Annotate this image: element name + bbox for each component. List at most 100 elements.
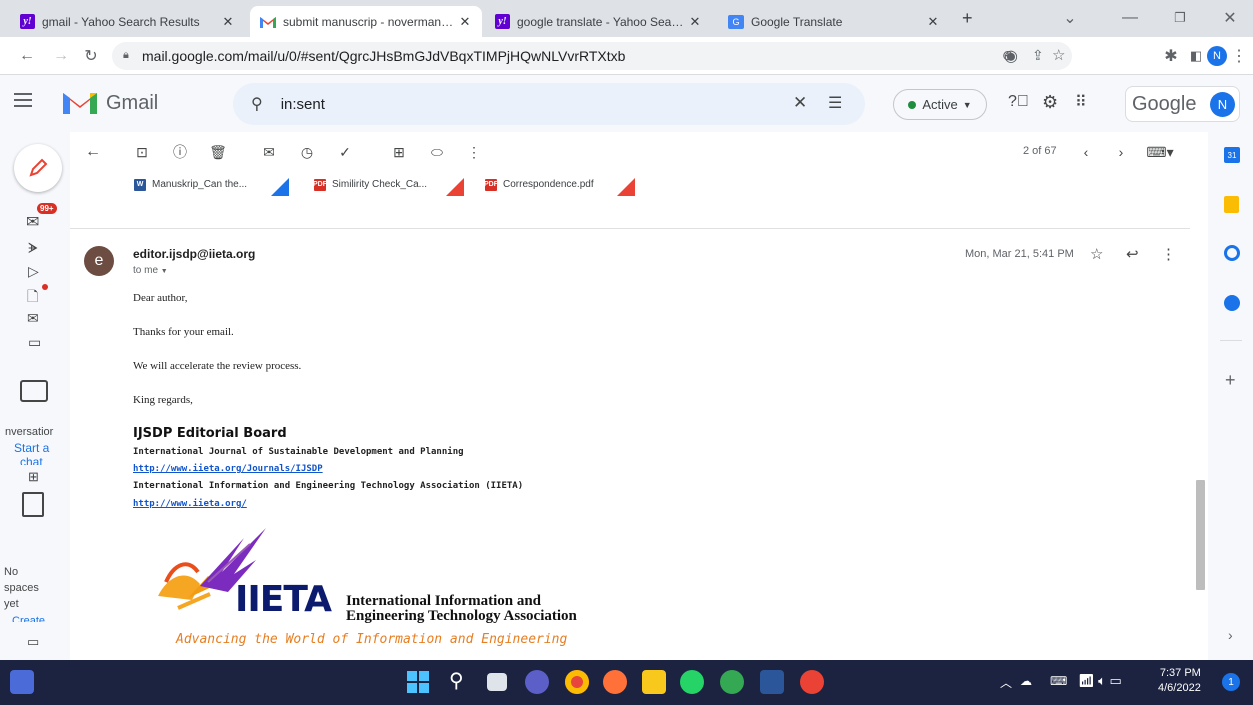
status-selector[interactable]: Active ▼ <box>893 89 987 120</box>
settings-gear-icon[interactable]: ⚙ <box>1042 92 1058 113</box>
older-icon[interactable]: › <box>1112 143 1130 161</box>
notification-badge[interactable]: 1 <box>1222 673 1240 691</box>
tab-google-translate[interactable]: G Google Translate ✕ <box>718 6 950 37</box>
bookmark-star-icon[interactable]: ☆ <box>1052 46 1065 64</box>
important-icon[interactable]: ᗘ <box>28 240 38 257</box>
onedrive-icon[interactable]: ☁ <box>1020 674 1032 688</box>
input-tools-icon[interactable]: ⌨▾ <box>1145 143 1175 161</box>
tasks-icon[interactable] <box>1224 245 1240 261</box>
message-more-icon[interactable]: ⋮ <box>1161 245 1176 263</box>
chrome-active-icon[interactable] <box>800 670 824 694</box>
teams-chat-icon[interactable] <box>525 670 549 694</box>
newer-icon[interactable]: ‹ <box>1077 143 1095 161</box>
gmail-logo-icon[interactable] <box>63 90 97 116</box>
spaces-large-icon[interactable] <box>22 492 44 517</box>
start-button-icon[interactable] <box>406 670 430 694</box>
snooze-icon[interactable]: ◷ <box>298 143 316 161</box>
extensions-icon[interactable]: ✱ <box>1160 45 1182 67</box>
keep-icon[interactable] <box>1224 196 1239 213</box>
whatsapp-icon[interactable] <box>680 670 704 694</box>
reply-icon[interactable]: ↩ <box>1126 245 1139 263</box>
word-icon[interactable] <box>760 670 784 694</box>
hamburger-menu-icon[interactable] <box>14 93 32 107</box>
new-tab-button[interactable]: + <box>962 8 973 29</box>
archive-icon[interactable]: ⊡ <box>133 143 151 161</box>
apps-grid-icon[interactable]: ⠿ <box>1075 92 1087 112</box>
file-explorer-icon[interactable] <box>642 670 666 694</box>
journal-link[interactable]: http://www.iieta.org/Journals/IJSDP <box>133 464 323 474</box>
close-window-button[interactable]: ✕ <box>1210 6 1250 30</box>
tray-overflow-icon[interactable]: ︿ <box>1000 674 1012 691</box>
sent-icon[interactable]: ▷ <box>28 263 39 280</box>
tab-yahoo-translate[interactable]: y! google translate - Yahoo Search ✕ <box>485 6 712 37</box>
all-mail-icon[interactable]: ✉ <box>27 310 39 327</box>
task-view-icon[interactable] <box>487 673 507 691</box>
address-bar[interactable]: 🔒︎ mail.google.com/mail/u/0/#sent/QgrcJH… <box>112 42 1072 70</box>
delete-icon[interactable]: 🗑︎ <box>209 143 227 161</box>
mark-unread-icon[interactable]: ✉ <box>260 143 278 161</box>
association-link[interactable]: http://www.iieta.org/ <box>133 499 247 509</box>
tab-yahoo-gmail[interactable]: y! gmail - Yahoo Search Results ✕ <box>10 6 245 37</box>
star-icon[interactable]: ☆ <box>1090 245 1103 263</box>
profile-avatar[interactable]: N <box>1207 46 1227 66</box>
start-chat-link[interactable]: Start a <box>14 441 49 455</box>
close-icon[interactable]: ✕ <box>221 14 235 30</box>
move-to-icon[interactable]: ⊞ <box>390 143 408 161</box>
label-icon[interactable]: ⬭ <box>428 143 446 161</box>
chrome-icon[interactable] <box>565 670 589 694</box>
forward-icon[interactable]: → <box>50 45 72 67</box>
chat-icon[interactable]: ▭ <box>28 334 41 351</box>
contacts-icon[interactable] <box>1224 295 1240 311</box>
close-icon[interactable]: ✕ <box>458 14 472 30</box>
report-spam-icon[interactable]: ⓘ <box>171 143 189 161</box>
recipient-dropdown[interactable]: to me ▼ <box>133 265 168 276</box>
sender-avatar[interactable]: e <box>84 246 114 276</box>
kebab-menu-icon[interactable]: ⋮ <box>1228 45 1250 67</box>
clear-search-icon[interactable]: ✕ <box>793 93 807 113</box>
tab-gmail-active[interactable]: submit manuscrip - noverman.du ✕ <box>250 6 482 37</box>
sender-name[interactable]: editor.ijsdp@iieta.org <box>133 247 255 261</box>
close-icon[interactable]: ✕ <box>688 14 702 30</box>
compose-button[interactable] <box>14 144 62 192</box>
taskbar-search-icon[interactable]: ⚲ <box>449 668 464 693</box>
calendar-icon[interactable]: 31 <box>1224 147 1240 163</box>
back-icon[interactable]: ← <box>16 45 38 67</box>
search-box[interactable]: ⚲ in:sent ✕ ☰ <box>233 83 865 125</box>
search-icon[interactable]: ⚲ <box>251 94 263 114</box>
keyboard-icon[interactable]: ⌨ <box>1050 674 1067 688</box>
attachment-chip[interactable]: PDF Similirity Check_Ca... <box>313 173 464 196</box>
restore-button[interactable]: ❐ <box>1160 6 1200 30</box>
add-addon-icon[interactable]: + <box>1225 370 1236 391</box>
back-to-list-icon[interactable]: ← <box>84 143 102 161</box>
side-panel-icon[interactable]: ◧ <box>1185 45 1207 67</box>
minimize-button[interactable]: — <box>1110 6 1150 30</box>
spaces-icon[interactable]: ⊞ <box>28 469 39 485</box>
help-icon[interactable]: ?⃝ <box>1008 93 1029 111</box>
add-task-icon[interactable]: ✓ <box>336 143 354 161</box>
eye-icon[interactable]: ◉ <box>1000 45 1022 67</box>
reload-icon[interactable]: ↻ <box>80 45 102 67</box>
create-space-link[interactable]: Create <box>12 615 45 622</box>
attachment-chip[interactable]: PDF Correspondence.pdf <box>484 173 635 196</box>
drafts-icon[interactable]: 🗋︎ <box>27 286 38 310</box>
tab-search-icon[interactable]: ⌄ <box>1050 6 1090 30</box>
chat-large-icon[interactable] <box>20 380 48 402</box>
scrollbar-thumb[interactable] <box>1196 480 1205 590</box>
attachment-chip[interactable]: W Manuskrip_Can the... <box>134 173 289 196</box>
close-icon[interactable]: ✕ <box>926 14 940 30</box>
search-options-icon[interactable]: ☰ <box>828 93 842 113</box>
share-icon[interactable]: ⇪ <box>1032 47 1044 64</box>
firefox-icon[interactable] <box>603 670 627 694</box>
widgets-icon[interactable] <box>10 670 34 694</box>
account-switcher[interactable]: Google N <box>1125 86 1240 122</box>
search-input[interactable]: in:sent <box>281 96 325 113</box>
word-file-icon: W <box>134 178 146 191</box>
chrome-profile-icon[interactable] <box>720 670 744 694</box>
inbox-icon[interactable]: ✉ <box>26 212 39 232</box>
wifi-volume-battery-icon[interactable]: 📶︎ 🔈︎ ▭ <box>1078 673 1122 689</box>
meet-video-icon[interactable]: ▭ <box>27 634 39 650</box>
expand-panel-icon[interactable]: › <box>1228 627 1233 643</box>
more-options-icon[interactable]: ⋮ <box>465 143 483 161</box>
start-chat-link-cut[interactable]: chat <box>20 455 43 465</box>
clock[interactable]: 7:37 PM 4/6/2022 <box>1158 666 1201 696</box>
